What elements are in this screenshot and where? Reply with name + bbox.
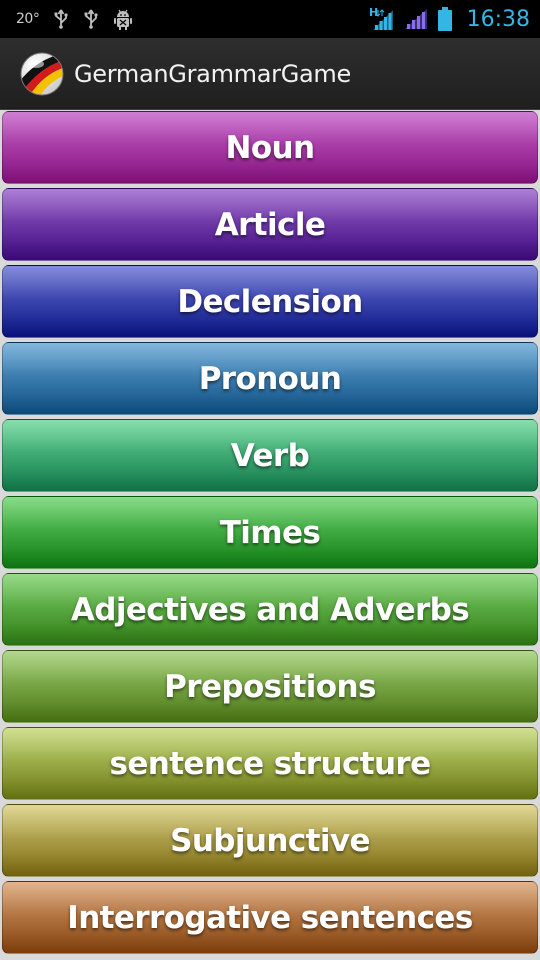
topic-button-article[interactable]: Article bbox=[2, 188, 538, 261]
topic-button-label: Prepositions bbox=[164, 668, 376, 705]
action-bar: GermanGrammarGame bbox=[0, 38, 540, 110]
android-debug-icon bbox=[113, 8, 133, 30]
system-icons: H 16:38 bbox=[369, 0, 530, 38]
topic-button-label: Declension bbox=[177, 283, 363, 320]
topic-button-label: Verb bbox=[230, 437, 310, 474]
topic-button-sentence-structure[interactable]: sentence structure bbox=[2, 727, 538, 800]
topic-button-pronoun[interactable]: Pronoun bbox=[2, 342, 538, 415]
topic-button-verb[interactable]: Verb bbox=[2, 419, 538, 492]
svg-text:H: H bbox=[369, 6, 378, 19]
topic-button-label: Article bbox=[214, 206, 326, 243]
topic-button-noun[interactable]: Noun bbox=[2, 111, 538, 184]
temperature-indicator: 20° bbox=[16, 11, 40, 27]
usb-icon bbox=[83, 9, 99, 29]
topic-button-times[interactable]: Times bbox=[2, 496, 538, 569]
notification-icons: 20° bbox=[16, 0, 133, 38]
topic-button-interrogative-sentences[interactable]: Interrogative sentences bbox=[2, 881, 538, 954]
app-title: GermanGrammarGame bbox=[74, 60, 351, 88]
topic-button-label: sentence structure bbox=[109, 745, 431, 782]
topic-button-label: Pronoun bbox=[198, 360, 342, 397]
topic-button-label: Adjectives and Adverbs bbox=[70, 591, 470, 628]
app-logo-icon[interactable] bbox=[20, 52, 64, 96]
topic-button-label: Times bbox=[219, 514, 321, 551]
status-bar: 20° H 16:38 bbox=[0, 0, 540, 38]
topic-button-declension[interactable]: Declension bbox=[2, 265, 538, 338]
clock: 16:38 bbox=[466, 6, 530, 32]
topic-button-adjectives-and-adverbs[interactable]: Adjectives and Adverbs bbox=[2, 573, 538, 646]
grammar-topic-list[interactable]: Noun Article Declension Pronoun Verb Times Adj… bbox=[0, 110, 540, 960]
usb-icon bbox=[53, 9, 69, 29]
topic-button-prepositions[interactable]: Prepositions bbox=[2, 650, 538, 723]
topic-button-label: Interrogative sentences bbox=[67, 899, 473, 936]
mobile-data-signal-icon: H bbox=[369, 6, 395, 32]
topic-button-label: Subjunctive bbox=[170, 822, 370, 859]
topic-button-label: Noun bbox=[225, 129, 316, 166]
signal-strength-icon bbox=[403, 7, 429, 31]
battery-icon bbox=[437, 6, 453, 32]
topic-button-subjunctive[interactable]: Subjunctive bbox=[2, 804, 538, 877]
